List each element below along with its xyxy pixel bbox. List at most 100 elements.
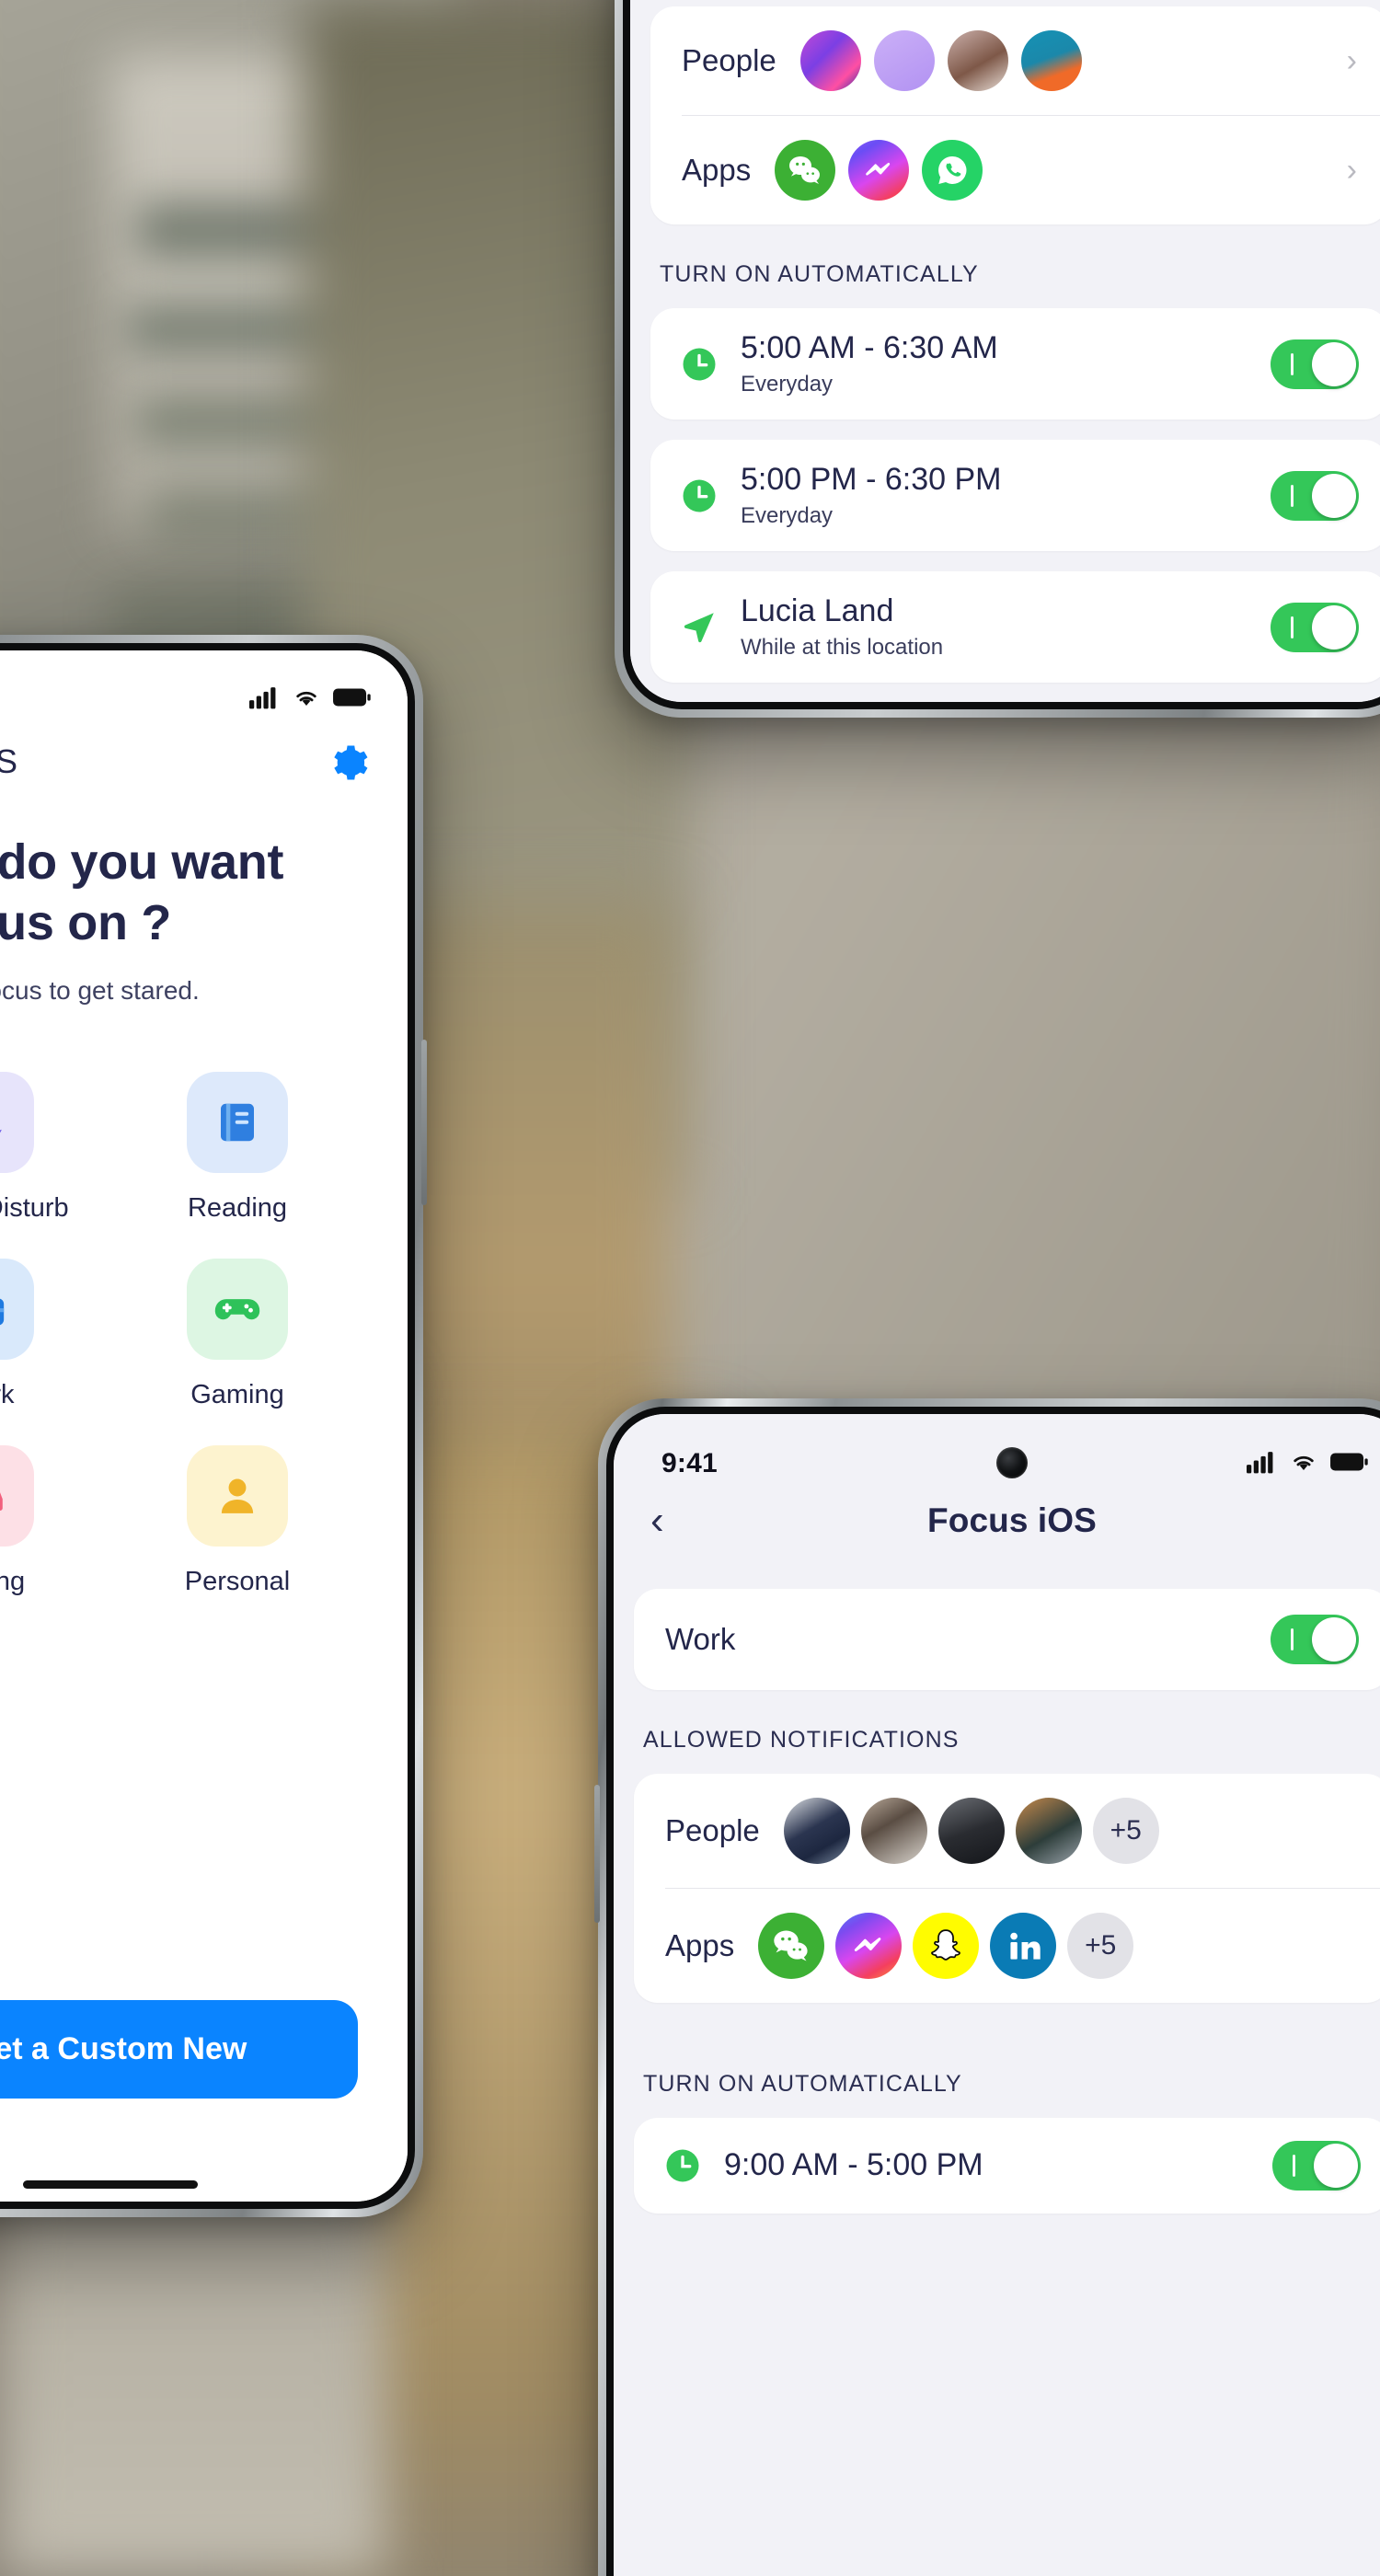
work-toggle-card[interactable]: Work <box>634 1589 1380 1690</box>
people-label: People <box>665 1813 760 1847</box>
apps-label: Apps <box>682 153 752 187</box>
turn-on-automatically-label: Turn On Automatically <box>660 261 979 287</box>
book-icon <box>187 1071 288 1173</box>
wifi-icon <box>292 685 321 714</box>
location-arrow-icon <box>680 608 719 647</box>
focus-tile-grid: Do not Disturb Reading Work <box>0 1006 408 1597</box>
gamepad-icon <box>187 1258 288 1360</box>
focus-tile-label: Work <box>0 1379 15 1409</box>
people-label: People <box>682 43 776 77</box>
people-row[interactable]: People +5 <box>634 1774 1380 1888</box>
focus-tile-gaming[interactable]: Gaming <box>144 1258 330 1410</box>
heading-line-2: to focus on ? <box>0 894 172 950</box>
apps-icons[interactable]: +5 <box>758 1913 1359 1979</box>
heading-subtitle: Choose a focus to get stared. <box>0 975 200 1005</box>
focus-tile-label: Personal <box>184 1566 291 1596</box>
phone-left-screen: Focus iOS What do you want to focus on ?… <box>0 650 408 2202</box>
schedule-toggle[interactable] <box>1271 602 1359 652</box>
apps-row[interactable]: Apps +5 <box>634 1889 1380 2003</box>
cellular-signal-icon <box>249 685 281 714</box>
allowed-notifications-card: People › Apps › <box>650 6 1380 224</box>
status-time: 9:41 <box>661 1448 718 1478</box>
heading-line-1: What do you want <box>0 834 284 890</box>
focus-tile-work[interactable]: Work <box>0 1258 76 1410</box>
person-icon <box>187 1444 288 1547</box>
clock-icon <box>663 2146 702 2185</box>
schedule-title: 9:00 AM - 5:00 PM <box>724 2147 983 2183</box>
avatar-lilac-hoodie[interactable] <box>873 30 935 91</box>
focus-tile-driving[interactable]: Driving <box>0 1444 76 1597</box>
schedule-title: Lucia Land <box>741 593 894 629</box>
apps-row[interactable]: Apps › <box>650 116 1380 224</box>
focus-tile-do-not-disturb[interactable]: Do not Disturb <box>0 1071 76 1224</box>
briefcase-icon <box>0 1258 34 1360</box>
messenger-icon[interactable] <box>835 1913 903 1979</box>
apps-icons[interactable] <box>775 140 1322 201</box>
people-chevron-icon: › <box>1346 42 1357 78</box>
apps-chevron-icon: › <box>1346 152 1357 188</box>
avatar-woman-rose[interactable] <box>947 30 1008 91</box>
phone-top-screen: People › Apps › TURN ON AUTOMATICALLY 5:… <box>630 0 1380 702</box>
schedule-title: 5:00 PM - 6:30 PM <box>741 462 1002 498</box>
schedule-row-3[interactable]: Lucia Land While at this location <box>650 571 1380 684</box>
messenger-icon[interactable] <box>848 140 910 201</box>
moon-icon <box>0 1071 34 1173</box>
avatar-blonde-sunglasses[interactable] <box>1020 30 1082 91</box>
status-bar: 9:41 <box>614 1414 1380 1480</box>
linkedin-icon[interactable] <box>990 1913 1057 1979</box>
schedule-row-1[interactable]: 9:00 AM - 5:00 PM <box>634 2118 1380 2214</box>
focus-tile-label: Driving <box>0 1566 26 1596</box>
cellular-signal-icon <box>1247 1450 1278 1478</box>
apps-label: Apps <box>665 1928 735 1962</box>
people-avatars[interactable]: +5 <box>783 1798 1359 1864</box>
phone-left: Focus iOS What do you want to focus on ?… <box>0 635 427 2217</box>
phone-bottom-screen: 9:41 ‹ Focus iOS Work ALLOWED NOTIFICATI… <box>614 1414 1380 2576</box>
battery-icon <box>332 686 371 713</box>
apps-more-count[interactable]: +5 <box>1067 1913 1134 1979</box>
people-avatars[interactable] <box>799 30 1323 91</box>
avatar-two-men-suits[interactable] <box>783 1798 850 1864</box>
people-row[interactable]: People › <box>650 6 1380 115</box>
work-toggle[interactable] <box>1271 1615 1359 1664</box>
avatar-neon-portrait[interactable] <box>799 30 861 91</box>
wechat-icon[interactable] <box>758 1913 825 1979</box>
schedule-toggle[interactable] <box>1272 2141 1361 2191</box>
clock-icon <box>680 477 719 515</box>
schedule-row-2[interactable]: 5:00 PM - 6:30 PM Everyday <box>650 440 1380 552</box>
wifi-icon <box>1289 1450 1318 1478</box>
schedule-toggle[interactable] <box>1271 470 1359 521</box>
status-bar <box>0 650 408 717</box>
clock-icon <box>680 345 719 384</box>
allowed-notifications-label: Allowed Notifications <box>643 1727 960 1753</box>
focus-tile-label: Do not Disturb <box>0 1192 69 1223</box>
people-more-count[interactable]: +5 <box>1092 1798 1159 1864</box>
wechat-icon[interactable] <box>775 140 836 201</box>
schedule-row-1[interactable]: 5:00 AM - 6:30 AM Everyday <box>650 308 1380 420</box>
work-label: Work <box>665 1622 736 1656</box>
gear-icon[interactable] <box>330 743 368 780</box>
phone-bottom-right: 9:41 ‹ Focus iOS Work ALLOWED NOTIFICATI… <box>594 1398 1380 2576</box>
page-title: Focus iOS <box>927 1501 1097 1539</box>
schedule-toggle[interactable] <box>1271 339 1359 389</box>
focus-tile-personal[interactable]: Personal <box>144 1444 330 1597</box>
allowed-notifications-card: People +5 Apps +5 <box>634 1774 1380 2003</box>
phone-top-right: People › Apps › TURN ON AUTOMATICALLY 5:… <box>615 0 1380 718</box>
schedule-subtitle: While at this location <box>741 635 944 661</box>
set-custom-new-button[interactable]: Set a Custom New <box>0 2000 358 2099</box>
screenshot-stage: People › Apps › TURN ON AUTOMATICALLY 5:… <box>0 0 1380 2576</box>
avatar-bearded-man-laptop[interactable] <box>1015 1798 1082 1864</box>
home-indicator <box>23 2180 198 2189</box>
focus-tile-reading[interactable]: Reading <box>144 1071 330 1224</box>
turn-on-automatically-label: Turn On Automatically <box>643 2071 962 2097</box>
nav-bar: ‹ Focus iOS <box>614 1480 1380 1565</box>
camera-punch-hole <box>996 1447 1028 1478</box>
avatar-man-desk-coffee[interactable] <box>860 1798 927 1864</box>
focus-tile-label: Gaming <box>190 1379 284 1409</box>
avatar-man-dark-portrait[interactable] <box>937 1798 1005 1864</box>
whatsapp-icon[interactable] <box>922 140 983 201</box>
focus-tile-label: Reading <box>187 1192 288 1223</box>
schedule-subtitle: Everyday <box>741 372 834 397</box>
snapchat-icon[interactable] <box>913 1913 980 1979</box>
battery-icon <box>1329 1451 1368 1478</box>
schedule-title: 5:00 AM - 6:30 AM <box>741 330 998 365</box>
